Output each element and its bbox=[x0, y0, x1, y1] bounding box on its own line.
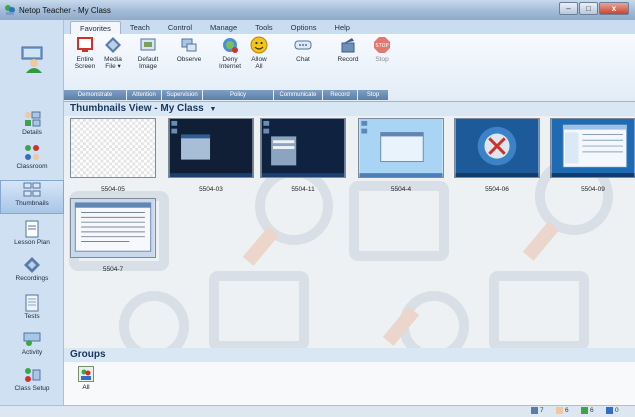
record-icon bbox=[341, 38, 355, 53]
recordings-icon bbox=[24, 257, 40, 273]
teacher-icon bbox=[20, 46, 46, 76]
student-thumbnail[interactable]: 5504-4 bbox=[358, 118, 444, 193]
computers-icon bbox=[531, 407, 538, 414]
tab-help[interactable]: Help bbox=[326, 21, 359, 34]
svg-text:STOP: STOP bbox=[375, 43, 388, 49]
default-image-button[interactable]: Default Image bbox=[134, 36, 162, 70]
thumbnails-view: Thumbnails View - My Class ▼ 5504-05 550… bbox=[64, 102, 635, 348]
tests-icon bbox=[25, 294, 39, 312]
status-computers: 7 bbox=[531, 407, 544, 414]
computer-name: 5504-05 bbox=[101, 186, 125, 193]
ribbon: Entire Screen Media File ▾ Default Image… bbox=[64, 34, 635, 102]
group-all-icon bbox=[78, 366, 94, 382]
status-students: 6 bbox=[556, 407, 569, 414]
title-bar: Netop Teacher - My Class – □ x bbox=[0, 0, 635, 20]
group-policy: Policy bbox=[203, 90, 273, 100]
computer-name: 5504-03 bbox=[199, 186, 223, 193]
screen-preview-wallpaper bbox=[454, 118, 540, 178]
close-button[interactable]: x bbox=[599, 2, 629, 15]
group-record: Record bbox=[323, 90, 357, 100]
group-communicate: Communicate bbox=[274, 90, 322, 100]
group-attention: Attention bbox=[127, 90, 161, 100]
computer-name: 5504-11 bbox=[291, 186, 315, 193]
view-title-dropdown[interactable]: Thumbnails View - My Class ▼ bbox=[70, 103, 216, 114]
teacher-logo-area bbox=[0, 20, 64, 102]
screen-preview-dark-window bbox=[260, 118, 346, 178]
image-icon bbox=[140, 38, 156, 51]
menu-tabs: Favorites Teach Control Manage Tools Opt… bbox=[64, 20, 635, 34]
screen-preview-explorer bbox=[550, 118, 635, 178]
tab-options[interactable]: Options bbox=[282, 21, 326, 34]
thumbnails-icon bbox=[23, 182, 41, 197]
tab-tools[interactable]: Tools bbox=[246, 21, 282, 34]
minimize-button[interactable]: – bbox=[559, 2, 578, 15]
computer-name: 5504-7 bbox=[102, 266, 124, 273]
screen-preview-light-blue bbox=[358, 118, 444, 178]
status-connected: 6 bbox=[581, 407, 594, 414]
record-button[interactable]: Record bbox=[334, 36, 362, 63]
media-file-button[interactable]: Media File ▾ bbox=[100, 36, 126, 70]
groups-panel: Groups All bbox=[64, 348, 635, 405]
group-all-label: All bbox=[82, 384, 90, 391]
status-bar: 7 6 6 0 bbox=[0, 405, 635, 417]
tab-teach[interactable]: Teach bbox=[121, 21, 159, 34]
student-thumbnail[interactable]: 5504-09 bbox=[550, 118, 635, 193]
connected-icon bbox=[581, 407, 588, 414]
student-thumbnail[interactable]: 5504-11 bbox=[260, 118, 346, 193]
nav-recordings[interactable]: Recordings bbox=[0, 256, 64, 290]
left-navigation: Details Classroom Thumbnails Lesson Plan… bbox=[0, 102, 64, 405]
nav-details[interactable]: Details bbox=[0, 110, 64, 144]
media-file-icon bbox=[105, 37, 121, 53]
maximize-button[interactable]: □ bbox=[579, 2, 598, 15]
netop-app-icon bbox=[4, 4, 16, 16]
student-thumbnail[interactable]: 5504-03 bbox=[168, 118, 254, 193]
chat-button[interactable]: Chat bbox=[290, 36, 316, 63]
computer-name: 5504-4 bbox=[390, 186, 412, 193]
allow-all-icon bbox=[250, 36, 268, 54]
nav-activity[interactable]: Activity bbox=[0, 330, 64, 364]
classroom-icon bbox=[25, 145, 39, 160]
computer-name: 5504-06 bbox=[485, 186, 509, 193]
observe-button[interactable]: Observe bbox=[174, 36, 204, 63]
entire-screen-button[interactable]: Entire Screen bbox=[72, 36, 98, 70]
group-stop: Stop bbox=[358, 90, 388, 100]
computer-name: 5504-09 bbox=[581, 186, 605, 193]
stop-button[interactable]: STOP Stop bbox=[370, 36, 394, 63]
window-title: Netop Teacher - My Class bbox=[19, 5, 111, 15]
students-icon bbox=[556, 407, 563, 414]
nav-classroom[interactable]: Classroom bbox=[0, 144, 64, 178]
thumbnails-view-header: Thumbnails View - My Class ▼ bbox=[64, 102, 635, 116]
tab-control[interactable]: Control bbox=[159, 21, 201, 34]
student-thumbnail[interactable]: 5504-7 bbox=[70, 198, 156, 273]
chat-icon bbox=[294, 40, 312, 50]
screen-preview-blank bbox=[70, 118, 156, 178]
group-demonstrate: Demonstrate bbox=[64, 90, 126, 100]
allow-all-button[interactable]: Allow All bbox=[246, 36, 272, 70]
deny-internet-button[interactable]: Deny Internet bbox=[216, 36, 244, 70]
tab-manage[interactable]: Manage bbox=[201, 21, 246, 34]
details-icon bbox=[25, 111, 41, 127]
status-selected: 0 bbox=[606, 407, 619, 414]
nav-thumbnails[interactable]: Thumbnails bbox=[0, 180, 64, 214]
chevron-down-icon: ▼ bbox=[209, 106, 217, 113]
observe-icon bbox=[181, 38, 197, 52]
screen-preview-document bbox=[70, 198, 156, 258]
group-supervision: Supervision bbox=[162, 90, 202, 100]
nav-class-setup[interactable]: Class Setup bbox=[0, 366, 64, 400]
student-thumbnail[interactable]: 5504-05 bbox=[70, 118, 156, 193]
nav-lesson-plan[interactable]: Lesson Plan bbox=[0, 220, 64, 254]
deny-internet-icon bbox=[223, 38, 238, 53]
student-thumbnail[interactable]: 5504-06 bbox=[454, 118, 540, 193]
class-setup-icon bbox=[25, 368, 41, 382]
lesson-plan-icon bbox=[25, 220, 39, 238]
group-all[interactable]: All bbox=[78, 366, 94, 391]
stop-icon: STOP bbox=[374, 37, 390, 53]
monitor-icon bbox=[77, 37, 93, 52]
tab-favorites[interactable]: Favorites bbox=[70, 21, 121, 34]
screen-preview-dark bbox=[168, 118, 254, 178]
groups-title: Groups bbox=[64, 348, 635, 362]
selected-icon bbox=[606, 407, 613, 414]
nav-tests[interactable]: Tests bbox=[0, 294, 64, 328]
activity-icon bbox=[23, 332, 41, 346]
